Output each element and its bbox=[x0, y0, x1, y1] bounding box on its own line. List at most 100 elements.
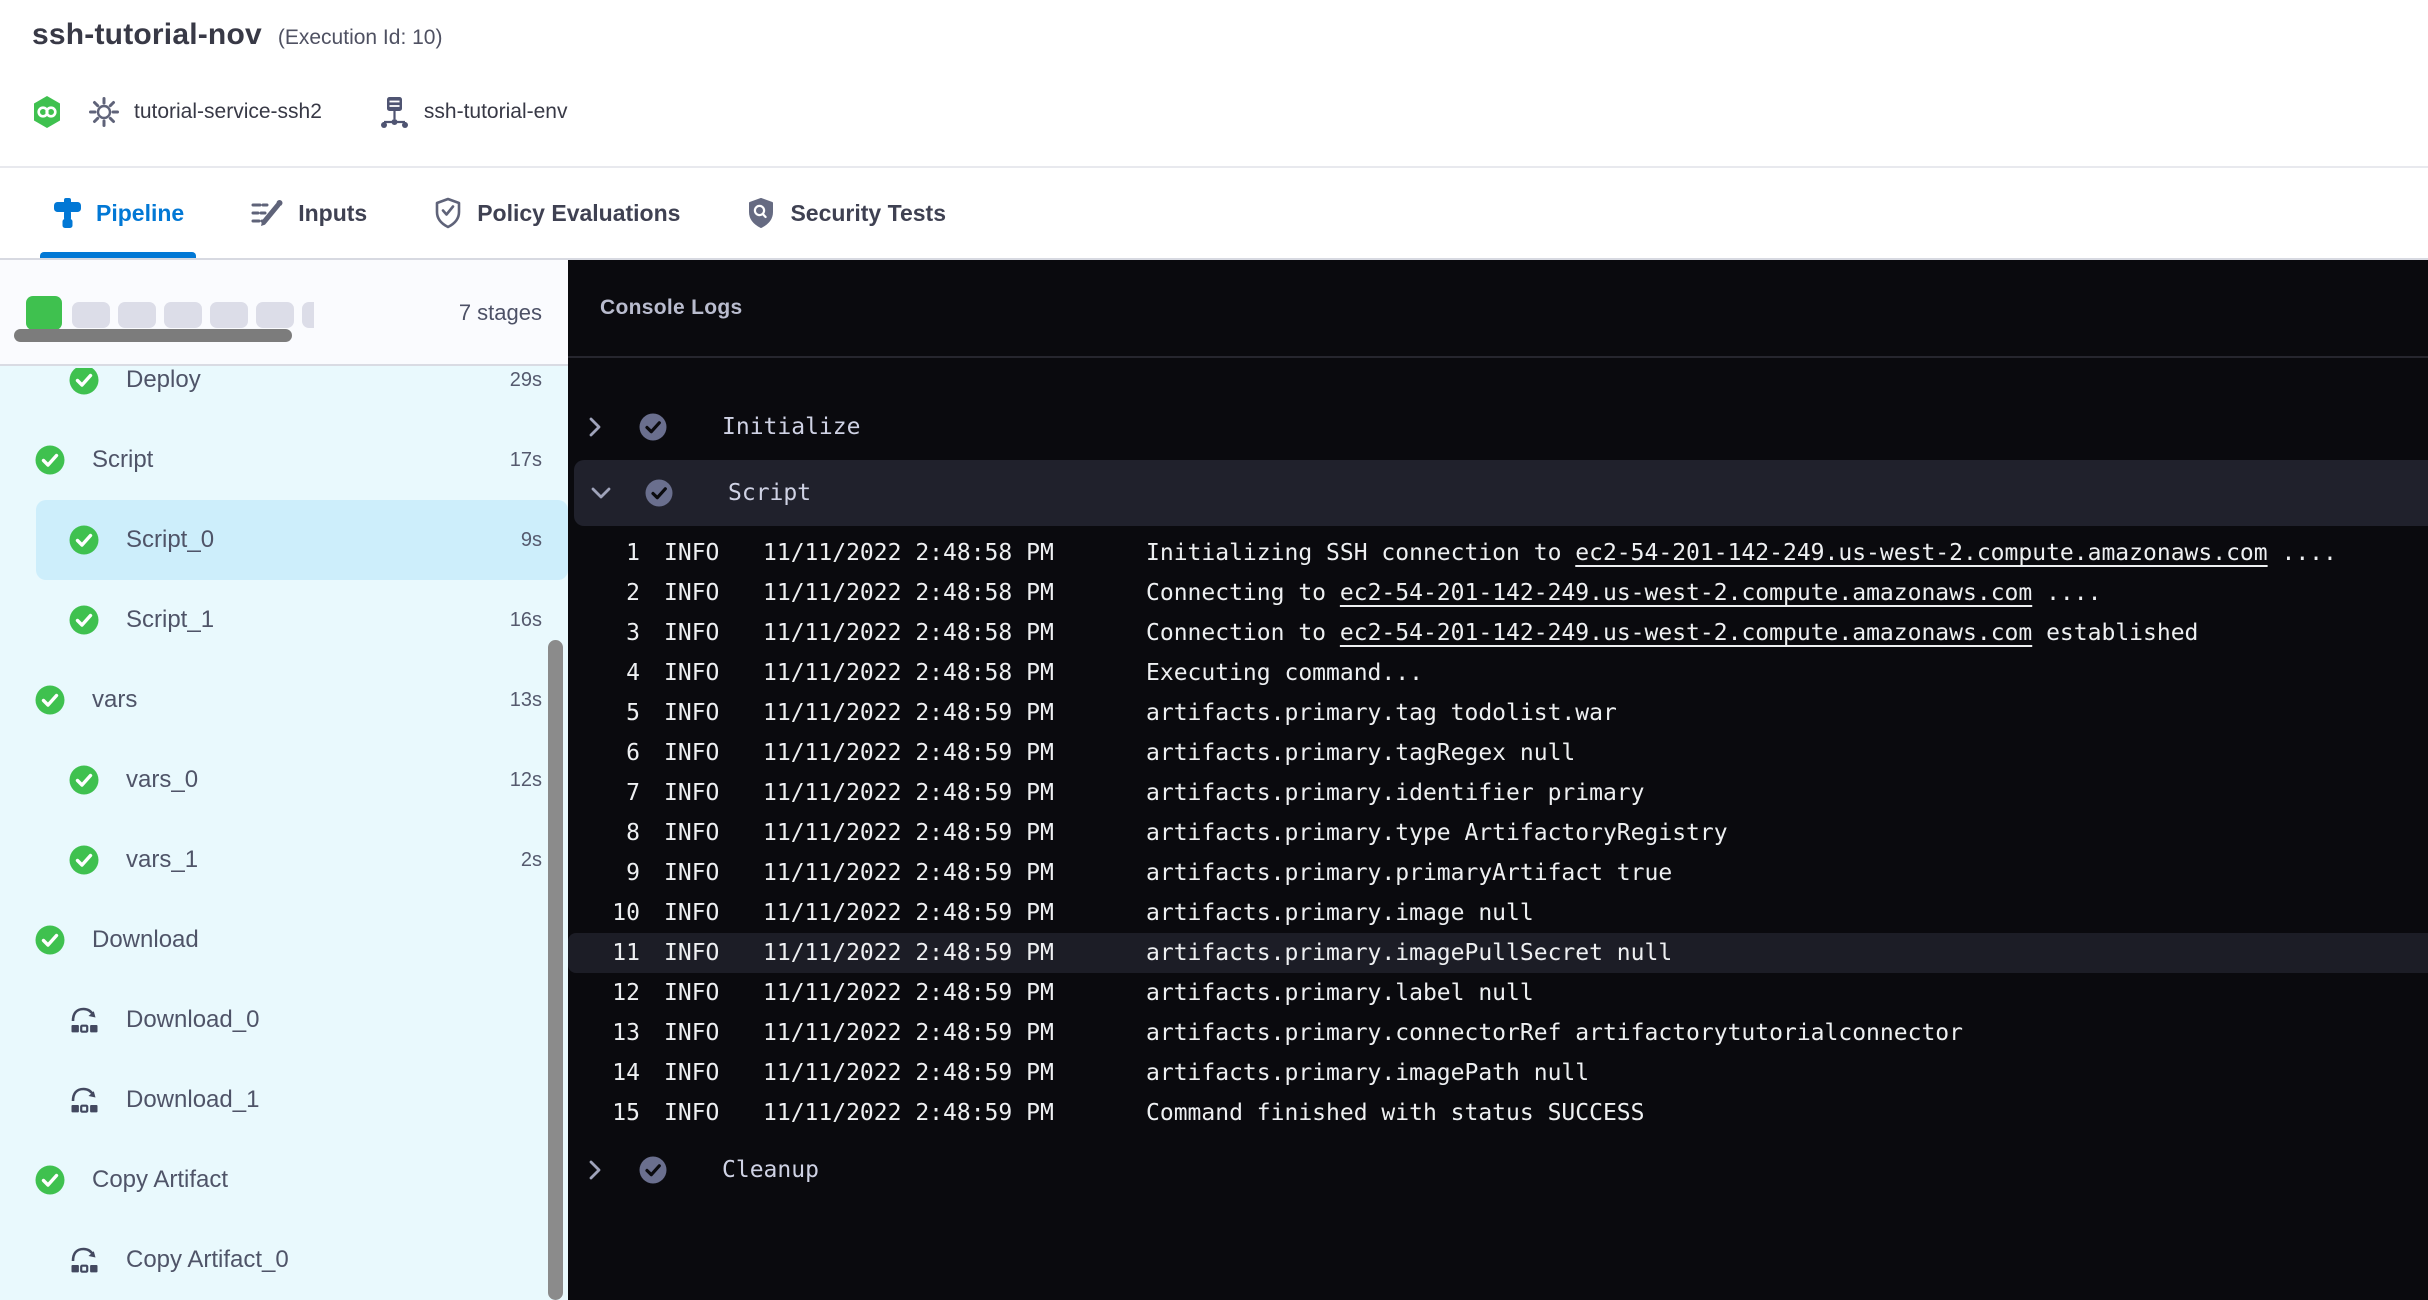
log-line[interactable]: 5 INFO 11/11/2022 2:48:59 PM artifacts.p… bbox=[568, 693, 2428, 733]
stage-row[interactable]: Script_0 9s bbox=[36, 500, 568, 580]
log-text: artifacts.primary.type ArtifactoryRegist… bbox=[1146, 820, 1728, 846]
log-message: artifacts.primary.label null bbox=[1146, 973, 2428, 1013]
stage-name: Copy Artifact bbox=[92, 1166, 228, 1194]
log-line-number: 1 bbox=[580, 533, 640, 573]
entity-row: tutorial-service-ssh2 ssh-tutorial-env bbox=[32, 92, 567, 132]
stage-row[interactable]: Script 17s bbox=[0, 420, 568, 500]
stage-square-pending[interactable] bbox=[72, 302, 110, 328]
stage-square-pending[interactable] bbox=[302, 302, 314, 328]
log-section-cleanup[interactable]: Cleanup bbox=[568, 1137, 2428, 1203]
console-body: Initialize Script 1 INFO 11/11/2022 2:48… bbox=[568, 358, 2428, 1203]
log-timestamp: 11/11/2022 2:48:59 PM bbox=[763, 893, 1146, 933]
log-line-number: 10 bbox=[580, 893, 640, 933]
log-timestamp: 11/11/2022 2:48:58 PM bbox=[763, 573, 1146, 613]
log-line[interactable]: 11 INFO 11/11/2022 2:48:59 PM artifacts.… bbox=[568, 933, 2428, 973]
log-line[interactable]: 8 INFO 11/11/2022 2:48:59 PM artifacts.p… bbox=[568, 813, 2428, 853]
stage-row[interactable]: Script_1 16s bbox=[0, 580, 568, 660]
log-section-script[interactable]: Script bbox=[574, 460, 2428, 526]
tab-policy-evaluations[interactable]: Policy Evaluations bbox=[433, 168, 680, 258]
log-line[interactable]: 14 INFO 11/11/2022 2:48:59 PM artifacts.… bbox=[568, 1053, 2428, 1093]
log-text: artifacts.primary.label null bbox=[1146, 980, 1534, 1006]
log-line[interactable]: 12 INFO 11/11/2022 2:48:59 PM artifacts.… bbox=[568, 973, 2428, 1013]
command-step-icon bbox=[68, 1244, 100, 1276]
log-timestamp: 11/11/2022 2:48:59 PM bbox=[763, 973, 1146, 1013]
log-text: artifacts.primary.tag todolist.war bbox=[1146, 700, 1617, 726]
log-text: .... bbox=[2268, 540, 2337, 566]
horizontal-scrollbar[interactable] bbox=[14, 329, 292, 342]
log-message: Connecting to ec2-54-201-142-249.us-west… bbox=[1146, 573, 2428, 613]
log-level: INFO bbox=[664, 973, 763, 1013]
log-line[interactable]: 6 INFO 11/11/2022 2:48:59 PM artifacts.p… bbox=[568, 733, 2428, 773]
log-message: artifacts.primary.image null bbox=[1146, 893, 2428, 933]
log-timestamp: 11/11/2022 2:48:59 PM bbox=[763, 853, 1146, 893]
log-line-number: 5 bbox=[580, 693, 640, 733]
command-step-icon bbox=[68, 1004, 100, 1036]
log-line[interactable]: 2 INFO 11/11/2022 2:48:58 PM Connecting … bbox=[568, 573, 2428, 613]
stage-name: Download_0 bbox=[126, 1006, 259, 1034]
stage-row[interactable]: vars_0 12s bbox=[0, 740, 568, 820]
service-name[interactable]: tutorial-service-ssh2 bbox=[134, 100, 322, 124]
environment-name[interactable]: ssh-tutorial-env bbox=[424, 100, 568, 124]
log-line[interactable]: 7 INFO 11/11/2022 2:48:59 PM artifacts.p… bbox=[568, 773, 2428, 813]
console-logs-title: Console Logs bbox=[600, 296, 742, 320]
section-label: Cleanup bbox=[722, 1157, 819, 1183]
log-line[interactable]: 10 INFO 11/11/2022 2:48:59 PM artifacts.… bbox=[568, 893, 2428, 933]
stage-row[interactable]: Copy Artifact_0 bbox=[0, 1220, 568, 1300]
log-section-initialize[interactable]: Initialize bbox=[568, 394, 2428, 460]
log-host-link[interactable]: ec2-54-201-142-249.us-west-2.compute.ama… bbox=[1340, 620, 2032, 646]
log-line-number: 12 bbox=[580, 973, 640, 1013]
log-text: established bbox=[2032, 620, 2198, 646]
stage-row[interactable]: vars 13s bbox=[0, 660, 568, 740]
log-line-number: 3 bbox=[580, 613, 640, 653]
success-check-icon bbox=[68, 764, 100, 796]
stage-square-pending[interactable] bbox=[256, 302, 294, 328]
chevron-down-icon[interactable] bbox=[588, 480, 614, 506]
log-timestamp: 11/11/2022 2:48:58 PM bbox=[763, 653, 1146, 693]
log-message: artifacts.primary.identifier primary bbox=[1146, 773, 2428, 813]
log-level: INFO bbox=[664, 653, 763, 693]
log-line[interactable]: 3 INFO 11/11/2022 2:48:58 PM Connection … bbox=[568, 613, 2428, 653]
log-timestamp: 11/11/2022 2:48:58 PM bbox=[763, 613, 1146, 653]
tab-security-tests[interactable]: Security Tests bbox=[746, 168, 946, 258]
inputs-icon bbox=[250, 198, 284, 228]
stage-count-label: 7 stages bbox=[459, 260, 542, 366]
log-host-link[interactable]: ec2-54-201-142-249.us-west-2.compute.ama… bbox=[1575, 540, 2267, 566]
stage-row[interactable]: Download_1 bbox=[0, 1060, 568, 1140]
chevron-right-icon[interactable] bbox=[582, 414, 608, 440]
stage-row[interactable]: vars_1 2s bbox=[0, 820, 568, 900]
stage-list: Deploy 29s Script 17s bbox=[0, 368, 568, 1300]
log-line[interactable]: 15 INFO 11/11/2022 2:48:59 PM Command fi… bbox=[568, 1093, 2428, 1133]
stage-square-pending[interactable] bbox=[118, 302, 156, 328]
stage-row[interactable]: Download_0 bbox=[0, 980, 568, 1060]
log-line[interactable]: 9 INFO 11/11/2022 2:48:59 PM artifacts.p… bbox=[568, 853, 2428, 893]
log-text: artifacts.primary.image null bbox=[1146, 900, 1534, 926]
tab-label: Policy Evaluations bbox=[477, 200, 680, 227]
log-line[interactable]: 1 INFO 11/11/2022 2:48:58 PM Initializin… bbox=[568, 533, 2428, 573]
stage-progress-panel: 7 stages bbox=[0, 260, 568, 366]
stage-name: Download_1 bbox=[126, 1086, 259, 1114]
stage-row[interactable]: Deploy 29s bbox=[0, 368, 568, 420]
log-message: Initializing SSH connection to ec2-54-20… bbox=[1146, 533, 2428, 573]
tab-pipeline[interactable]: Pipeline bbox=[52, 168, 184, 258]
log-host-link[interactable]: ec2-54-201-142-249.us-west-2.compute.ama… bbox=[1340, 580, 2032, 606]
stage-square-done[interactable] bbox=[26, 296, 62, 330]
stage-name: vars_0 bbox=[126, 766, 198, 794]
log-text: artifacts.primary.connectorRef artifacto… bbox=[1146, 1020, 1963, 1046]
log-level: INFO bbox=[664, 813, 763, 853]
stage-square-pending[interactable] bbox=[164, 302, 202, 328]
log-text: Executing command... bbox=[1146, 660, 1423, 686]
log-line[interactable]: 13 INFO 11/11/2022 2:48:59 PM artifacts.… bbox=[568, 1013, 2428, 1053]
log-line-number: 2 bbox=[580, 573, 640, 613]
tab-inputs[interactable]: Inputs bbox=[250, 168, 367, 258]
log-line-number: 8 bbox=[580, 813, 640, 853]
stage-square-pending[interactable] bbox=[210, 302, 248, 328]
log-level: INFO bbox=[664, 733, 763, 773]
chevron-right-icon[interactable] bbox=[582, 1157, 608, 1183]
log-line[interactable]: 4 INFO 11/11/2022 2:48:58 PM Executing c… bbox=[568, 653, 2428, 693]
execution-tab-bar: Pipeline Inputs Policy Evaluations bbox=[0, 168, 2428, 260]
stage-row[interactable]: Download bbox=[0, 900, 568, 980]
sidebar-vertical-scrollbar[interactable] bbox=[548, 640, 563, 1300]
log-lines: 1 INFO 11/11/2022 2:48:58 PM Initializin… bbox=[568, 533, 2428, 1133]
policy-shield-check-icon bbox=[433, 197, 463, 229]
stage-row[interactable]: Copy Artifact bbox=[0, 1140, 568, 1220]
